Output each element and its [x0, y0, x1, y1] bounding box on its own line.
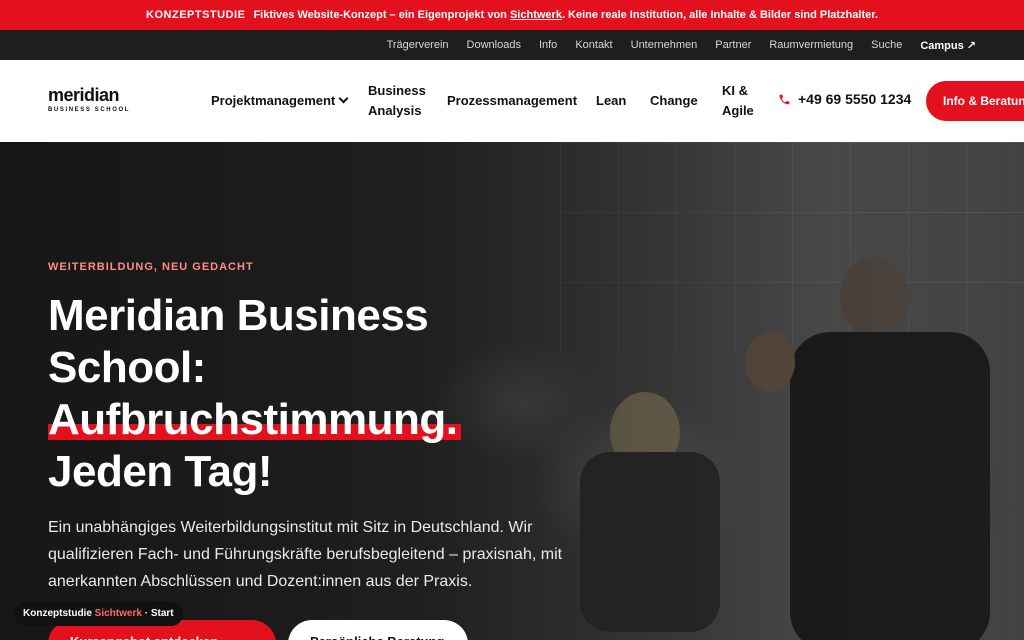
hero-headline: Meridian Business School: Aufbruchstimmu… [48, 290, 608, 498]
concept-banner: KONZEPTSTUDIE Fiktives Website-Konzept –… [0, 0, 1024, 30]
hero-eyebrow: WEITERBILDUNG, NEU GEDACHT [48, 261, 254, 273]
util-link-partner[interactable]: Partner [715, 39, 751, 51]
utility-nav: Trägerverein Downloads Info Kontakt Unte… [0, 30, 1024, 60]
nav-projektmanagement[interactable]: Projektmanagement [211, 91, 349, 111]
concept-text-after: . Keine reale Institution, alle Inhalte … [561, 9, 878, 21]
phone-link[interactable]: +49 69 5550 1234 [778, 91, 911, 107]
breadcrumb-separator: · [144, 608, 149, 619]
util-link-downloads[interactable]: Downloads [467, 39, 521, 51]
chevron-down-icon [338, 93, 349, 104]
nav-prozessmanagement[interactable]: Prozessmanagement [447, 91, 577, 111]
phone-icon [779, 94, 790, 104]
breadcrumb-brand: Sichtwerk [94, 608, 142, 619]
beratung-button[interactable]: Persönliche Beratung [288, 620, 468, 640]
concept-text: Fiktives Website-Konzept – ein Eigenproj… [253, 9, 878, 21]
headline-line-2: School: [48, 343, 206, 392]
concept-text-before: Fiktives Website-Konzept – ein Eigenproj… [253, 9, 507, 21]
breadcrumb-label: Konzeptstudie [23, 608, 92, 619]
nav-ki-agile-line2: Agile [722, 103, 754, 118]
concept-breadcrumb[interactable]: Konzeptstudie Sichtwerk · Start [14, 602, 183, 626]
util-link-info[interactable]: Info [539, 39, 557, 51]
breadcrumb-page: Start [150, 608, 174, 619]
sichtwerk-link[interactable]: Sichtwerk [510, 9, 562, 21]
hero-section: WEITERBILDUNG, NEU GEDACHT Meridian Busi… [0, 142, 1024, 640]
logo-wordmark: meridian [48, 85, 120, 105]
info-beratung-button[interactable]: Info & Beratung [926, 81, 1024, 121]
logo[interactable]: meridian BUSINESS SCHOOL [48, 86, 130, 113]
util-link-suche[interactable]: Suche [871, 39, 902, 51]
util-link-raumvermietung[interactable]: Raumvermietung [769, 39, 853, 51]
headline-line-1: Meridian Business [48, 291, 429, 340]
util-link-unternehmen[interactable]: Unternehmen [631, 39, 698, 51]
nav-business-analysis[interactable]: Business Analysis [368, 81, 438, 121]
nav-change[interactable]: Change [650, 91, 698, 111]
phone-number: +49 69 5550 1234 [798, 91, 912, 107]
main-header: meridian BUSINESS SCHOOL Projektmanageme… [0, 60, 1024, 142]
util-link-campus[interactable]: Campus ↗ [920, 39, 976, 52]
headline-highlight: Aufbruchstimmung. [48, 394, 462, 446]
nav-projektmanagement-label: Projektmanagement [211, 93, 336, 108]
logo-subline: BUSINESS SCHOOL [48, 107, 131, 113]
hero-description: Ein unabhängiges Weiterbildungsinstitut … [48, 519, 563, 590]
nav-business-analysis-line2: Analysis [368, 103, 422, 118]
nav-lean[interactable]: Lean [596, 91, 626, 111]
headline-line-3: Aufbruchstimmung. [48, 395, 458, 444]
nav-business-analysis-line1: Business [368, 83, 426, 98]
util-link-traegerverein[interactable]: Trägerverein [387, 39, 449, 51]
nav-ki-agile[interactable]: KI & Agile [722, 81, 762, 121]
nav-ki-agile-line1: KI & [722, 83, 748, 98]
headline-line-4: Jeden Tag! [48, 447, 273, 496]
util-link-kontakt[interactable]: Kontakt [575, 39, 612, 51]
concept-tag: KONZEPTSTUDIE [146, 9, 246, 21]
